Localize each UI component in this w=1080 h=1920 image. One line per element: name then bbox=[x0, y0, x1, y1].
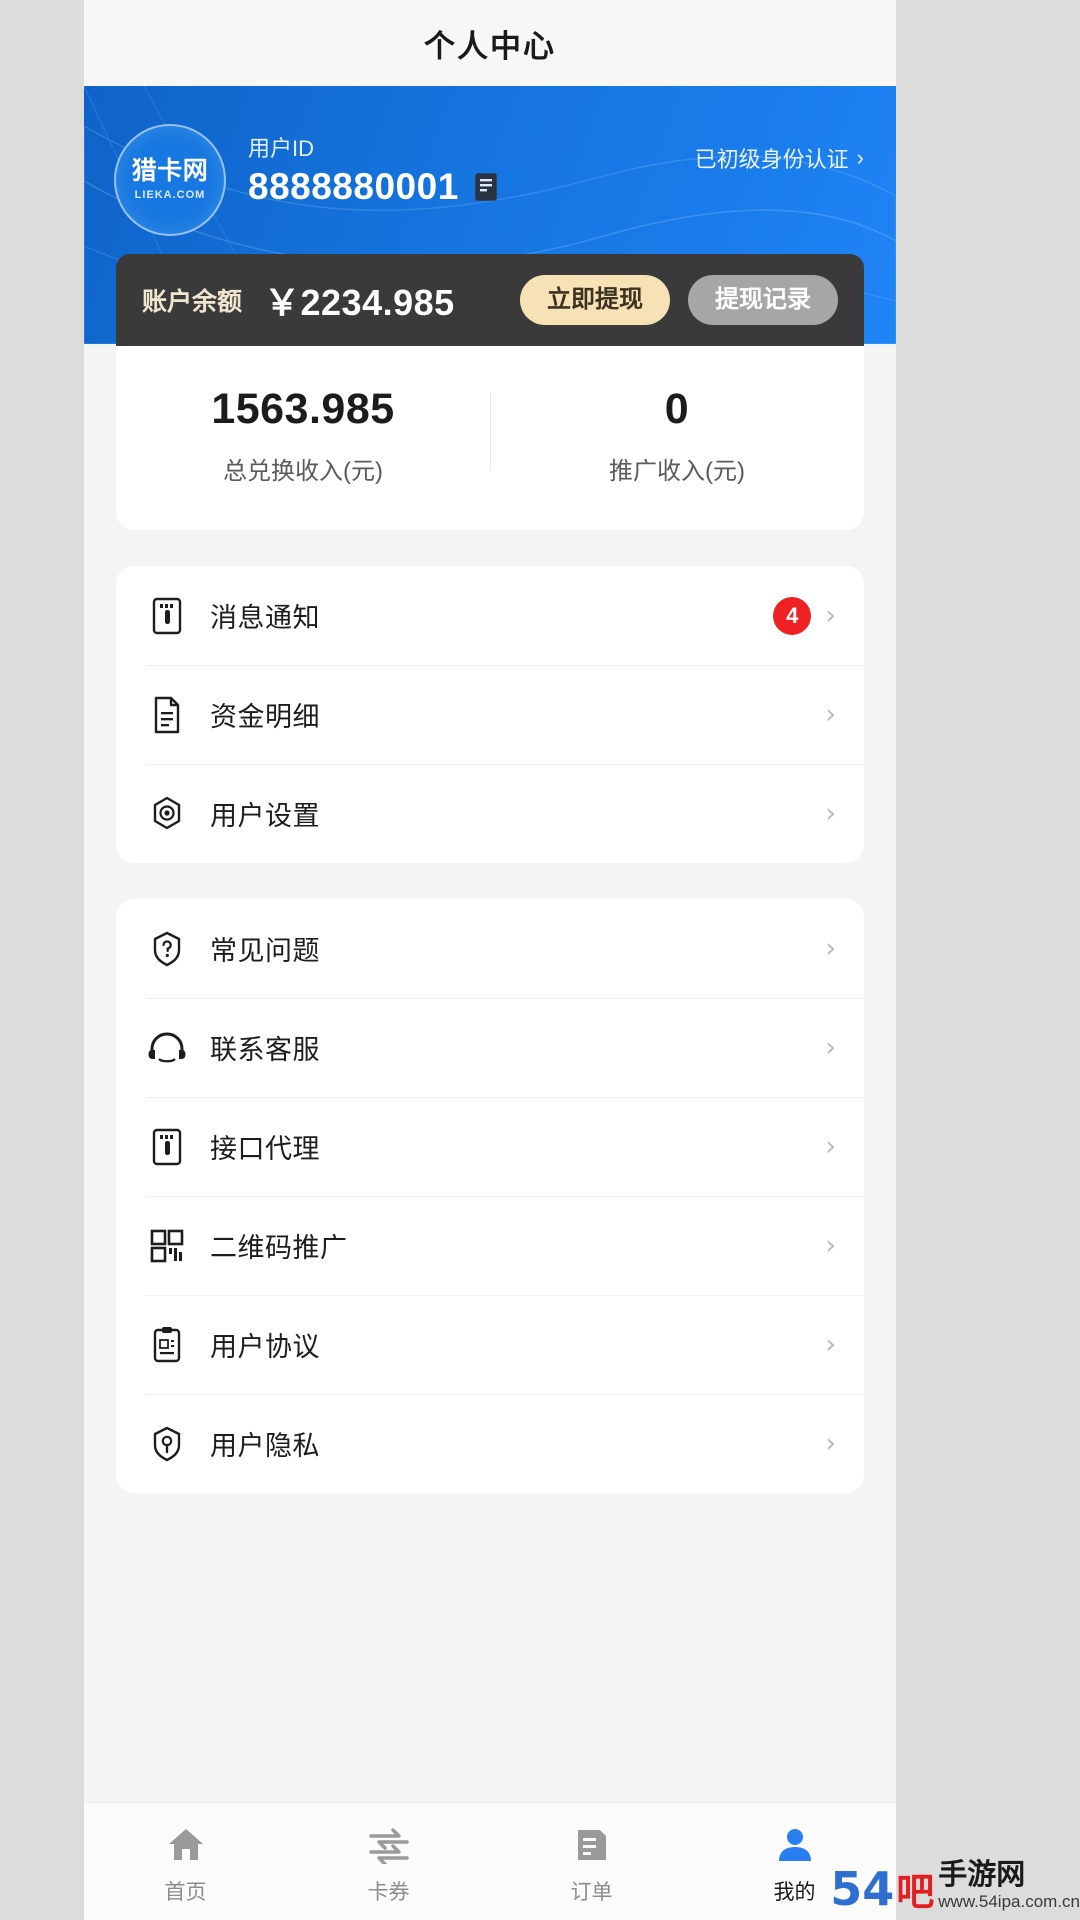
chevron-right-icon: › bbox=[825, 1032, 836, 1064]
stat-value: 0 bbox=[664, 385, 690, 433]
stat-caption: 总兑换收入(元) bbox=[223, 458, 383, 486]
menu-item-label: 常见问题 bbox=[210, 936, 320, 967]
headset-support-icon bbox=[146, 1027, 188, 1069]
menu-item-user-privacy[interactable]: 用户隐私 › bbox=[116, 1394, 864, 1493]
unread-badge: 4 bbox=[773, 596, 812, 635]
user-profile-icon bbox=[775, 1823, 815, 1867]
chevron-right-icon: › bbox=[856, 145, 864, 170]
document-icon bbox=[146, 694, 188, 736]
menu-item-label: 消息通知 bbox=[210, 603, 320, 634]
chevron-right-icon: › bbox=[825, 1131, 836, 1163]
home-icon bbox=[165, 1823, 207, 1867]
page-title: 个人中心 bbox=[424, 28, 556, 64]
tab-orders[interactable]: 订单 bbox=[490, 1803, 693, 1920]
qrcode-icon bbox=[146, 1225, 188, 1267]
balance-amount: ￥2234.985 bbox=[264, 282, 455, 323]
avatar[interactable]: 猎卡网 LIEKA.COM bbox=[114, 124, 226, 236]
chevron-right-icon: › bbox=[825, 1329, 836, 1361]
user-id-value: 8888880001 bbox=[248, 166, 459, 208]
menu-item-user-agreement[interactable]: 用户协议 › bbox=[116, 1295, 864, 1394]
menu-item-label: 联系客服 bbox=[210, 1035, 320, 1066]
chevron-right-icon: › bbox=[825, 1428, 836, 1460]
avatar-brand-text: 猎卡网 bbox=[131, 157, 209, 185]
question-shield-icon bbox=[146, 928, 188, 970]
balance-card-wrapper: 账户余额 ￥2234.985 立即提现 提现记录 bbox=[116, 254, 864, 346]
watermark-char: 吧 bbox=[896, 1872, 935, 1914]
user-id-label: 用户ID bbox=[248, 136, 315, 161]
tab-label: 卡券 bbox=[367, 1881, 410, 1904]
menu-item-label: 用户设置 bbox=[210, 801, 320, 832]
tab-label: 订单 bbox=[570, 1881, 613, 1904]
watermark-url: www.54ipa.com.cn bbox=[938, 1892, 1080, 1912]
chevron-right-icon: › bbox=[825, 699, 836, 731]
chevron-right-icon: › bbox=[825, 798, 836, 830]
phone-screen: 个人中心 猎卡网 LIEKA.COM 用户ID 8888880001 已初级身份… bbox=[84, 0, 896, 1920]
balance-label: 账户余额 bbox=[142, 288, 243, 316]
privacy-shield-icon bbox=[146, 1423, 188, 1465]
settings-gear-icon bbox=[146, 793, 188, 835]
coupon-icon bbox=[367, 1823, 411, 1867]
identity-verification-link[interactable]: 已初级身份认证 › bbox=[695, 124, 864, 174]
tab-profile[interactable]: 我的 bbox=[693, 1803, 896, 1920]
bottom-tab-bar: 首页 卡券 订单 我的 bbox=[84, 1802, 896, 1920]
menu-item-label: 二维码推广 bbox=[210, 1233, 348, 1264]
stat-caption: 推广收入(元) bbox=[609, 458, 745, 486]
withdraw-now-button[interactable]: 立即提现 bbox=[520, 275, 670, 325]
menu-item-contact-support[interactable]: 联系客服 › bbox=[116, 998, 864, 1097]
tab-label: 首页 bbox=[164, 1881, 207, 1904]
chevron-right-icon: › bbox=[825, 933, 836, 965]
agreement-icon bbox=[146, 1324, 188, 1366]
balance-card: 账户余额 ￥2234.985 立即提现 提现记录 bbox=[116, 254, 864, 346]
withdraw-records-button[interactable]: 提现记录 bbox=[688, 275, 838, 325]
watermark-title: 手游网 bbox=[938, 1858, 1026, 1891]
menu-item-faq[interactable]: 常见问题 › bbox=[116, 899, 864, 998]
chevron-right-icon: › bbox=[825, 600, 836, 632]
stat-total-exchange-income[interactable]: 1563.985 总兑换收入(元) bbox=[116, 385, 490, 486]
menu-item-user-settings[interactable]: 用户设置 › bbox=[116, 764, 864, 863]
tab-coupons[interactable]: 卡券 bbox=[287, 1803, 490, 1920]
api-card-icon bbox=[146, 1126, 188, 1168]
avatar-brand-domain: LIEKA.COM bbox=[134, 189, 206, 201]
tab-label: 我的 bbox=[773, 1881, 816, 1904]
order-list-icon bbox=[572, 1823, 612, 1867]
stat-value: 1563.985 bbox=[211, 385, 395, 433]
menu-item-label: 用户隐私 bbox=[210, 1431, 320, 1462]
top-app-bar: 个人中心 bbox=[84, 0, 896, 86]
menu-item-api-agent[interactable]: 接口代理 › bbox=[116, 1097, 864, 1196]
identity-verification-label: 已初级身份认证 bbox=[694, 147, 849, 172]
income-stats-card: 1563.985 总兑换收入(元) 0 推广收入(元) bbox=[116, 346, 864, 531]
menu-item-qrcode-promotion[interactable]: 二维码推广 › bbox=[116, 1196, 864, 1295]
menu-item-label: 接口代理 bbox=[210, 1134, 320, 1165]
stat-promotion-income[interactable]: 0 推广收入(元) bbox=[490, 385, 864, 486]
menu-item-fund-details[interactable]: 资金明细 › bbox=[116, 665, 864, 764]
copy-icon[interactable] bbox=[473, 172, 499, 202]
user-id-block: 用户ID 8888880001 bbox=[248, 124, 695, 205]
menu-group-support: 常见问题 › 联系客服 › 接口代理 › 二维码推广 › 用户协议 › 用户隐私… bbox=[116, 899, 864, 1494]
chevron-right-icon: › bbox=[825, 1230, 836, 1262]
menu-group-account: 消息通知 4 › 资金明细 › 用户设置 › bbox=[116, 566, 864, 864]
menu-item-label: 资金明细 bbox=[210, 702, 320, 733]
menu-item-label: 用户协议 bbox=[210, 1332, 320, 1363]
tab-home[interactable]: 首页 bbox=[84, 1803, 287, 1920]
notification-icon bbox=[146, 595, 188, 637]
menu-item-messages[interactable]: 消息通知 4 › bbox=[116, 566, 864, 665]
